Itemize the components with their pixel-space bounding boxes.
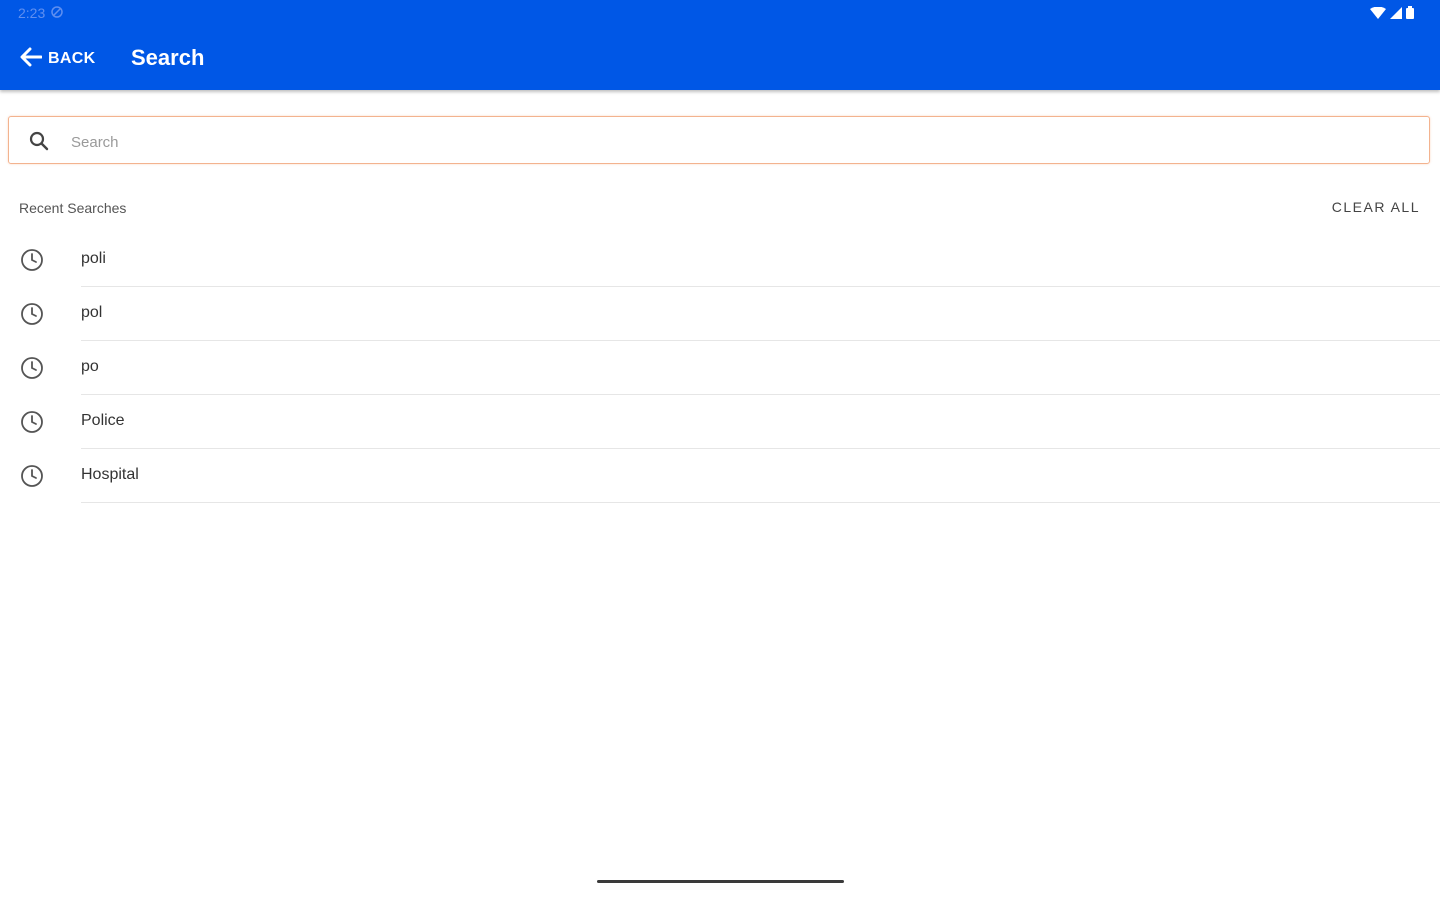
signal-icon xyxy=(1390,6,1402,24)
clock-icon xyxy=(20,356,44,385)
status-icons xyxy=(1370,6,1414,24)
clock-icon xyxy=(20,248,44,277)
back-label: BACK xyxy=(48,50,96,67)
wifi-icon xyxy=(1370,6,1386,24)
recent-search-label: po xyxy=(81,358,99,375)
battery-icon xyxy=(1406,6,1414,24)
recent-searches-heading: Recent Searches xyxy=(19,200,127,216)
status-time-text: 2:23 xyxy=(18,5,46,21)
home-indicator[interactable] xyxy=(597,880,844,883)
recent-search-label: poli xyxy=(81,250,106,267)
page-title: Search xyxy=(131,45,205,70)
clock-icon xyxy=(20,464,44,493)
back-button[interactable]: BACK xyxy=(20,44,95,74)
recent-search-item[interactable]: Police xyxy=(0,395,1440,449)
do-not-disturb-icon xyxy=(51,5,63,21)
recent-searches-list: poli pol po Police Hospital xyxy=(0,233,1440,503)
recent-search-item[interactable]: pol xyxy=(0,287,1440,341)
recent-search-label: Police xyxy=(81,412,125,429)
search-icon xyxy=(29,131,49,156)
divider xyxy=(81,502,1440,503)
status-bar-time: 2:23 xyxy=(18,5,63,21)
app-bar: 2:23 BACK Search xyxy=(0,0,1440,90)
arrow-left-icon xyxy=(20,47,43,72)
recent-search-label: pol xyxy=(81,304,103,321)
recent-search-label: Hospital xyxy=(81,466,139,483)
clock-icon xyxy=(20,302,44,331)
clear-all-button[interactable]: CLEAR ALL xyxy=(1332,199,1420,215)
recent-search-item[interactable]: po xyxy=(0,341,1440,395)
recent-search-item[interactable]: Hospital xyxy=(0,449,1440,503)
search-input[interactable] xyxy=(69,127,1413,157)
clock-icon xyxy=(20,410,44,439)
recent-search-item[interactable]: poli xyxy=(0,233,1440,287)
search-box[interactable] xyxy=(8,116,1430,164)
